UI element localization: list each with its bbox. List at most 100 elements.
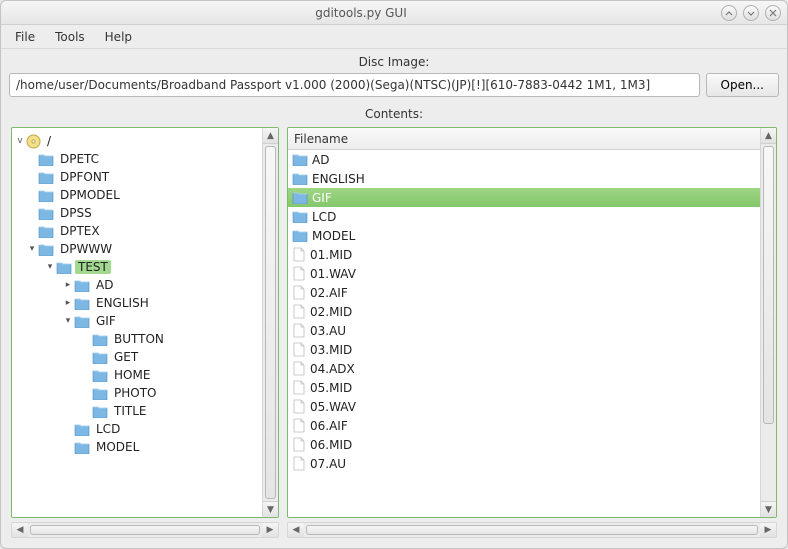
tree-node[interactable]: BUTTON [14,330,260,348]
tree-node[interactable]: DPSS [14,204,260,222]
tree-node[interactable]: DPTEX [14,222,260,240]
tree-node[interactable]: ▾GIF [14,312,260,330]
list-item[interactable]: 02.MID [288,302,760,321]
list-item[interactable]: 05.WAV [288,397,760,416]
tree-vertical-scrollbar[interactable]: ▲ ▼ [262,128,278,517]
scroll-up-icon[interactable]: ▲ [761,128,776,144]
list-vertical-scrollbar[interactable]: ▲ ▼ [760,128,776,517]
tree-node[interactable]: HOME [14,366,260,384]
menubar: File Tools Help [1,25,787,49]
tree-node[interactable]: MODEL [14,438,260,456]
tree-node-label: MODEL [93,440,142,454]
tree-node[interactable]: PHOTO [14,384,260,402]
chevron-down-icon[interactable]: ▾ [44,262,56,272]
file-icon [292,361,306,376]
filename-column-header[interactable]: Filename [288,128,760,150]
tree-node[interactable]: ▾TEST [14,258,260,276]
list-item[interactable]: GIF [288,188,760,207]
list-item[interactable]: LCD [288,207,760,226]
menu-file[interactable]: File [5,27,45,47]
tree-node[interactable]: ▸ AD [14,276,260,294]
tree-horizontal-scrollbar[interactable]: ◀ ▶ [11,522,279,538]
disc-image-path-input[interactable] [9,73,700,97]
list-item[interactable]: AD [288,150,760,169]
directory-tree[interactable]: v/DPETCDPFONTDPMODEL DPSS DPTEX▾DPWWW▾TEST… [12,128,262,460]
open-button[interactable]: Open... [706,73,780,97]
chevron-right-icon[interactable]: ▸ [62,280,74,290]
tree-pane-wrap: v/DPETCDPFONTDPMODEL DPSS DPTEX▾DPWWW▾TEST… [11,127,279,538]
file-icon [292,323,306,338]
list-item[interactable]: 01.WAV [288,264,760,283]
chevron-down-icon[interactable]: ▾ [62,316,74,326]
tree-node-label: AD [93,278,116,292]
list-item[interactable]: MODEL [288,226,760,245]
maximize-button[interactable] [743,5,759,21]
scroll-right-icon[interactable]: ▶ [262,523,278,537]
file-icon [292,437,306,452]
disc-image-label: Disc Image: [9,55,779,69]
scroll-left-icon[interactable]: ◀ [12,523,28,537]
scroll-left-icon[interactable]: ◀ [288,523,304,537]
scroll-right-icon[interactable]: ▶ [760,523,776,537]
list-item[interactable]: 04.ADX [288,359,760,378]
folder-icon [38,171,54,184]
file-icon [292,247,306,262]
list-item-label: 04.ADX [310,362,355,376]
tree-node[interactable]: LCD [14,420,260,438]
folder-icon [292,172,308,185]
list-item[interactable]: ENGLISH [288,169,760,188]
tree-root[interactable]: v/ [14,132,260,150]
menu-tools[interactable]: Tools [45,27,95,47]
chevron-right-icon[interactable]: ▸ [62,298,74,308]
contents-label: Contents: [1,105,787,127]
list-item[interactable]: 02.AIF [288,283,760,302]
scroll-down-icon[interactable]: ▼ [263,501,278,517]
file-icon [292,342,306,357]
list-item[interactable]: 01.MID [288,245,760,264]
folder-icon [74,315,90,328]
tree-node-label: / [44,134,54,148]
list-item-label: 01.WAV [310,267,356,281]
list-item[interactable]: 07.AU [288,454,760,473]
minimize-button[interactable] [721,5,737,21]
folder-icon [92,405,108,418]
window: gditools.py GUI File Tools Help Disc Ima… [0,0,788,549]
folder-icon [38,225,54,238]
tree-node[interactable]: ▾DPWWW [14,240,260,258]
menu-help[interactable]: Help [95,27,142,47]
window-title: gditools.py GUI [7,6,715,20]
tree-node-label: GET [111,350,141,364]
tree-node[interactable]: DPETC [14,150,260,168]
folder-icon [74,441,90,454]
list-item-label: 03.AU [310,324,346,338]
list-item-label: 03.MID [310,343,352,357]
close-button[interactable] [765,5,781,21]
tree-node[interactable]: DPMODEL [14,186,260,204]
tree-node[interactable]: TITLE [14,402,260,420]
list-item-label: ENGLISH [312,172,365,186]
tree-node-label: ENGLISH [93,296,152,310]
tree-node[interactable]: ▸ ENGLISH [14,294,260,312]
disc-image-section: Disc Image: Open... [1,49,787,105]
list-item[interactable]: 03.AU [288,321,760,340]
list-horizontal-scrollbar[interactable]: ◀ ▶ [287,522,777,538]
scroll-up-icon[interactable]: ▲ [263,128,278,144]
tree-node[interactable]: GET [14,348,260,366]
tree-node-label: BUTTON [111,332,167,346]
tree-node-label: DPSS [57,206,95,220]
chevron-down-icon[interactable]: ▾ [26,244,38,254]
file-list[interactable]: AD ENGLISH GIFLCDMODEL01.MID 01.WAV 02.AIF 02… [288,150,760,473]
scroll-down-icon[interactable]: ▼ [761,501,776,517]
list-item[interactable]: 05.MID [288,378,760,397]
list-item-label: 05.WAV [310,400,356,414]
list-item[interactable]: 06.MID [288,435,760,454]
list-item[interactable]: 06.AIF [288,416,760,435]
list-item-label: 02.MID [310,305,352,319]
file-icon [292,456,306,471]
folder-icon [56,261,72,274]
cd-icon [26,134,41,149]
folder-icon [92,369,108,382]
list-item[interactable]: 03.MID [288,340,760,359]
tree-node[interactable]: DPFONT [14,168,260,186]
file-icon [292,418,306,433]
